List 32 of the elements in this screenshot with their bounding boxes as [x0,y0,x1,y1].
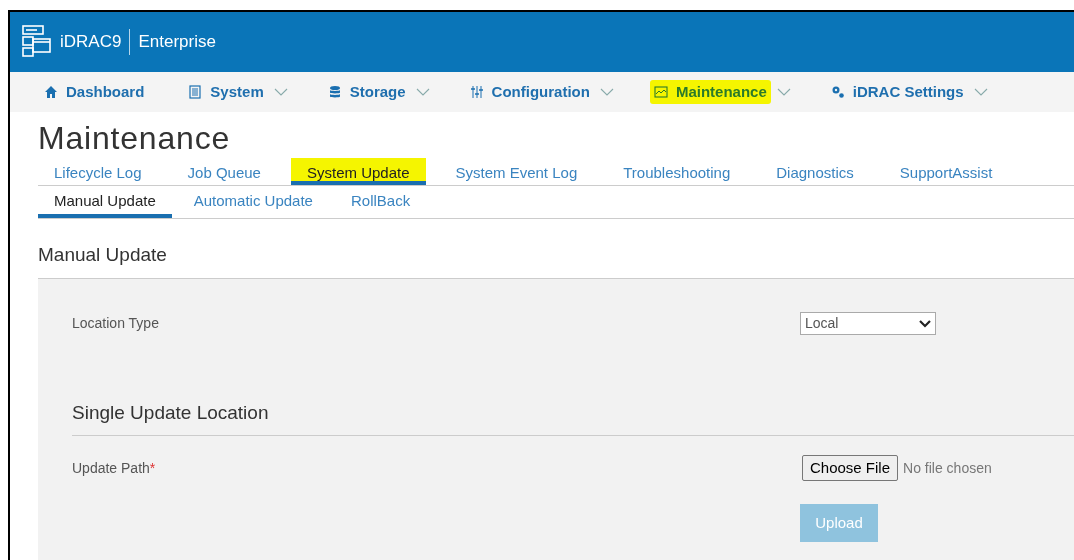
tab[interactable]: Lifecycle Log [38,158,158,185]
product-name: iDRAC9 [60,29,131,55]
subsection-title: Single Update Location [72,398,1074,436]
section-title: Manual Update [38,241,1074,279]
home-icon [44,85,58,99]
tab[interactable]: Automatic Update [177,186,329,218]
chart-icon [653,85,668,99]
page-title: Maintenance [37,119,232,158]
field-label: Location Type [72,314,160,333]
chevron-down-icon [919,319,931,328]
tab[interactable]: System Event Log [439,158,594,185]
sliders-icon [469,85,484,99]
tab[interactable]: SupportAssist [883,158,1009,185]
tab[interactable]: Job Queue [171,158,277,185]
field-label: Update Path* [72,458,157,478]
nav-item[interactable]: Storage [323,79,410,105]
location-type-select[interactable]: Local [800,312,936,335]
product-edition: Enterprise [138,31,216,54]
tab[interactable]: Troubleshooting [607,158,747,185]
nav-item[interactable]: System [184,79,268,105]
nav-item[interactable]: iDRAC Settings [826,79,968,105]
tab[interactable]: Diagnostics [760,158,870,185]
nav-item[interactable]: Dashboard [40,79,149,105]
database-icon [327,85,342,99]
choose-file-button[interactable]: Choose File [802,455,899,481]
nav-item[interactable]: Maintenance [649,79,771,105]
file-status: No file chosen [903,458,992,478]
tab[interactable]: Manual Update [38,186,172,218]
server-icon [22,25,52,59]
nav-item[interactable]: Configuration [465,79,594,105]
tab[interactable]: RollBack [334,186,427,218]
tab[interactable]: System Update [290,158,426,185]
